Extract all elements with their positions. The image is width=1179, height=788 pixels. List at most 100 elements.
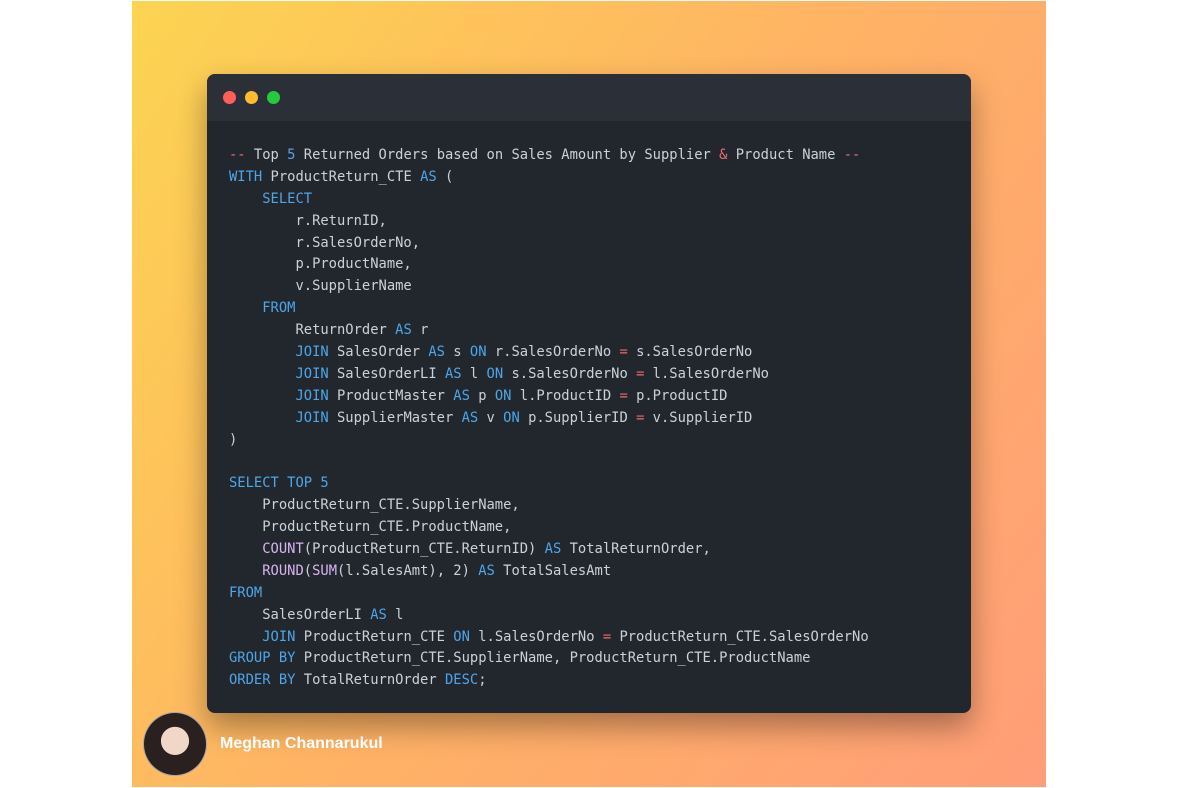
code-token: FROM xyxy=(229,584,263,601)
code-line: JOIN ProductMaster AS p ON l.ProductID =… xyxy=(229,386,869,408)
code-token: 5 xyxy=(320,475,329,492)
code-line: WITH ProductReturn_CTE AS ( xyxy=(229,167,869,189)
code-line: SELECT TOP 5 xyxy=(229,473,869,495)
code-token: r xyxy=(411,322,429,339)
code-token: l.ProductID xyxy=(511,387,620,404)
code-line: -- Top 5 Returned Orders based on Sales … xyxy=(229,145,869,167)
code-token: ON xyxy=(486,365,504,382)
code-token: ( xyxy=(436,168,454,185)
code-token: FROM xyxy=(262,300,296,317)
code-token: ( xyxy=(303,562,313,579)
close-button[interactable] xyxy=(223,91,236,104)
code-token: TotalSalesAmt xyxy=(494,562,612,579)
code-line: FROM xyxy=(229,298,869,320)
code-token: SUM xyxy=(312,562,338,579)
code-token: Product Name xyxy=(727,147,844,163)
code-token: v xyxy=(478,409,504,426)
code-token: v.SupplierID xyxy=(644,409,753,426)
code-token: p xyxy=(469,387,495,404)
code-token: AS xyxy=(544,541,562,558)
code-token: l.SalesOrderNo xyxy=(469,628,603,645)
code-token: Top xyxy=(245,147,288,163)
code-token: COUNT xyxy=(262,541,304,558)
code-token: TotalReturnOrder, xyxy=(561,541,711,558)
code-line: r.SalesOrderNo, xyxy=(229,233,869,255)
code-token: ProductReturn_CTE xyxy=(295,628,454,645)
code-token: AS xyxy=(370,606,387,623)
code-line: JOIN SalesOrderLI AS l ON s.SalesOrderNo… xyxy=(229,364,869,386)
code-token: -- xyxy=(843,147,861,163)
code-token: SalesOrderLI xyxy=(328,365,445,382)
code-token: p.ProductName, xyxy=(229,256,412,273)
code-token: AS xyxy=(461,409,479,426)
code-token: JOIN xyxy=(295,365,329,382)
code-token: JOIN xyxy=(295,387,329,404)
code-token: TOP xyxy=(287,475,313,492)
code-line: SELECT xyxy=(229,189,869,211)
sql-code-block: -- Top 5 Returned Orders based on Sales … xyxy=(229,145,869,692)
code-window: -- Top 5 Returned Orders based on Sales … xyxy=(207,74,971,713)
code-token: ON xyxy=(453,628,470,645)
code-line: FROM xyxy=(229,583,869,605)
code-token: = xyxy=(619,387,628,404)
code-token: ; xyxy=(478,672,487,689)
code-line: v.SupplierName xyxy=(229,276,869,298)
code-line: JOIN ProductReturn_CTE ON l.SalesOrderNo… xyxy=(229,627,868,649)
code-line: ) xyxy=(229,430,869,452)
code-token: l xyxy=(386,606,404,623)
code-token: ORDER BY xyxy=(229,672,296,689)
maximize-button[interactable] xyxy=(267,91,280,104)
code-token: l xyxy=(461,365,487,382)
code-token: v.SupplierName xyxy=(229,278,412,295)
minimize-button[interactable] xyxy=(245,91,258,104)
code-token: = xyxy=(619,344,628,361)
code-token: SELECT xyxy=(262,190,313,207)
code-token: AS xyxy=(395,322,412,339)
author-credit: Meghan Channarukul xyxy=(143,712,383,776)
code-token: ProductMaster xyxy=(328,387,454,404)
author-name: Meghan Channarukul xyxy=(220,735,383,752)
code-token: -- xyxy=(229,147,246,163)
code-token: SalesOrderLI xyxy=(229,606,371,623)
code-token: ProductReturn_CTE.SupplierName, xyxy=(229,497,520,514)
code-line: SalesOrderLI AS l xyxy=(229,605,869,627)
code-token: AS xyxy=(420,168,437,185)
code-line: ProductReturn_CTE.ProductName, xyxy=(229,517,869,539)
code-token: ROUND xyxy=(262,562,304,579)
code-token: SupplierMaster xyxy=(328,409,462,426)
code-token: WITH xyxy=(229,168,263,185)
code-token: (ProductReturn_CTE.ReturnID) xyxy=(303,541,545,558)
code-line: COUNT(ProductReturn_CTE.ReturnID) AS Tot… xyxy=(229,539,869,561)
code-token: s.SalesOrderNo xyxy=(627,344,753,361)
code-token: AS xyxy=(453,387,470,404)
code-line: ORDER BY TotalReturnOrder DESC; xyxy=(229,670,869,692)
code-line: JOIN SalesOrder AS s ON r.SalesOrderNo =… xyxy=(229,342,869,364)
code-token: AS xyxy=(478,562,495,579)
code-token: l.SalesOrderNo xyxy=(644,365,769,382)
window-titlebar xyxy=(207,74,971,121)
code-token: (l.SalesAmt), 2) xyxy=(337,562,479,579)
code-token: ) xyxy=(229,431,238,448)
code-line: ProductReturn_CTE.SupplierName, xyxy=(229,495,869,517)
code-token: ProductReturn_CTE.ProductName, xyxy=(229,519,512,536)
code-token: ON xyxy=(503,409,520,426)
code-token: Returned Orders based on Sales Amount by… xyxy=(295,147,720,163)
code-line: JOIN SupplierMaster AS v ON p.SupplierID… xyxy=(229,408,869,430)
code-token: JOIN xyxy=(295,344,329,361)
code-token: r.SalesOrderNo, xyxy=(229,234,421,251)
code-token: ReturnOrder xyxy=(229,322,396,339)
code-line: ReturnOrder AS r xyxy=(229,320,869,342)
code-token: JOIN xyxy=(295,409,329,426)
code-token: JOIN xyxy=(262,628,296,645)
code-token: AS xyxy=(428,344,445,361)
